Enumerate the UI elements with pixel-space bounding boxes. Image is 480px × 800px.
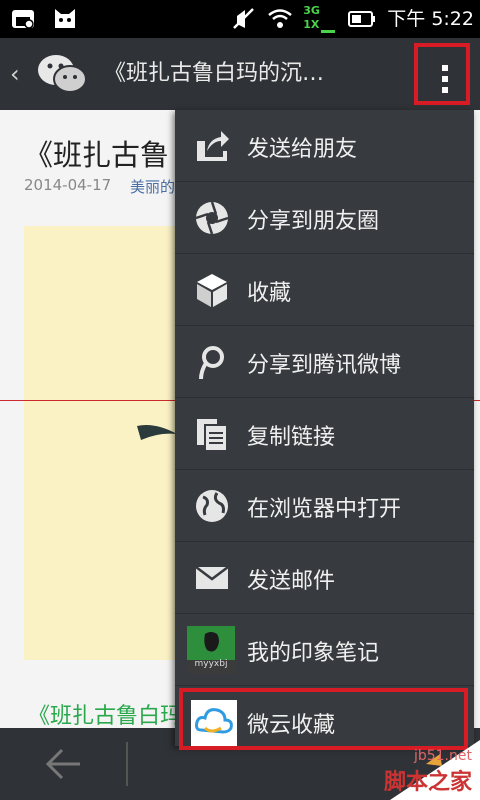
mute-icon (233, 8, 255, 29)
menu-item-label: 收藏 (247, 281, 292, 306)
article-image (24, 226, 184, 660)
menu-item-send-to-friend[interactable]: 发送给朋友 (175, 110, 474, 182)
article-date: 2014-04-17 (24, 176, 112, 194)
menu-item-send-email[interactable]: 发送邮件 (175, 542, 474, 614)
watermark-site: jb51.net (413, 748, 472, 764)
copy-link-icon (197, 419, 228, 452)
menu-item-label: 发送给朋友 (247, 137, 358, 162)
chevron-left-icon[interactable]: ‹ (10, 60, 20, 88)
notification-app-icon (12, 10, 34, 29)
weiyun-cloud-icon (191, 700, 237, 746)
cat-app-icon (55, 9, 75, 28)
cube-favorite-icon (197, 274, 227, 307)
back-arrow-icon[interactable] (42, 744, 84, 784)
tencent-weibo-icon (199, 346, 224, 380)
article-title: 《班扎古鲁 (24, 138, 170, 172)
network-indicator: 3G 1X (303, 4, 337, 34)
menu-item-label: 我的印象笔记 (247, 641, 380, 666)
menu-item-share-weibo[interactable]: 分享到腾讯微博 (175, 326, 474, 398)
page-title: 《班扎古鲁白玛的沉… (104, 61, 325, 86)
bird-illustration (137, 425, 177, 440)
menu-item-favorite[interactable]: 收藏 (175, 254, 474, 326)
share-arrow-icon (197, 131, 229, 161)
status-bar: 3G 1X 下午 5:22 (0, 0, 480, 38)
overflow-menu-button[interactable] (414, 43, 470, 105)
evernote-caption: myyxbj (194, 659, 228, 669)
menu-item-label: 分享到腾讯微博 (247, 353, 402, 378)
clock: 下午 5:22 (387, 8, 474, 30)
evernote-icon: myyxbj (187, 626, 235, 674)
menu-item-label: 在浏览器中打开 (247, 497, 402, 522)
menu-item-label: 分享到朋友圈 (247, 209, 380, 234)
wifi-icon (268, 9, 293, 28)
article-source-link[interactable]: 美丽的 (130, 176, 175, 197)
menu-item-copy-link[interactable]: 复制链接 (175, 398, 474, 470)
overflow-menu-icon (442, 65, 448, 98)
watermark-name: 脚本之家 (383, 770, 472, 795)
battery-icon (348, 11, 376, 27)
moments-aperture-icon (195, 201, 229, 235)
wechat-logo-icon[interactable] (36, 51, 88, 97)
network-3g-label: 3G (303, 4, 320, 17)
globe-icon (196, 490, 228, 522)
menu-item-label: 复制链接 (247, 425, 336, 450)
menu-item-open-in-browser[interactable]: 在浏览器中打开 (175, 470, 474, 542)
mail-icon (195, 566, 229, 589)
menu-item-label: 微云收藏 (247, 713, 336, 738)
share-menu: 发送给朋友 分享到朋友圈 收藏 分享到腾讯微博 复制链接 在浏览器中打开 发送邮… (175, 110, 474, 750)
signal-bars-icon (321, 8, 336, 33)
article-related-link[interactable]: 《班扎古鲁白玛 (28, 698, 182, 730)
menu-item-evernote[interactable]: myyxbj 我的印象笔记 (175, 614, 474, 686)
menu-item-label: 发送邮件 (247, 569, 336, 594)
menu-item-share-moments[interactable]: 分享到朋友圈 (175, 182, 474, 254)
network-1x-label: 1X (303, 18, 320, 31)
watermark: jb51.net 脚本之家 (330, 730, 480, 800)
toolbar-divider (126, 742, 128, 786)
action-bar: ‹ 《班扎古鲁白玛的沉… (0, 38, 480, 110)
